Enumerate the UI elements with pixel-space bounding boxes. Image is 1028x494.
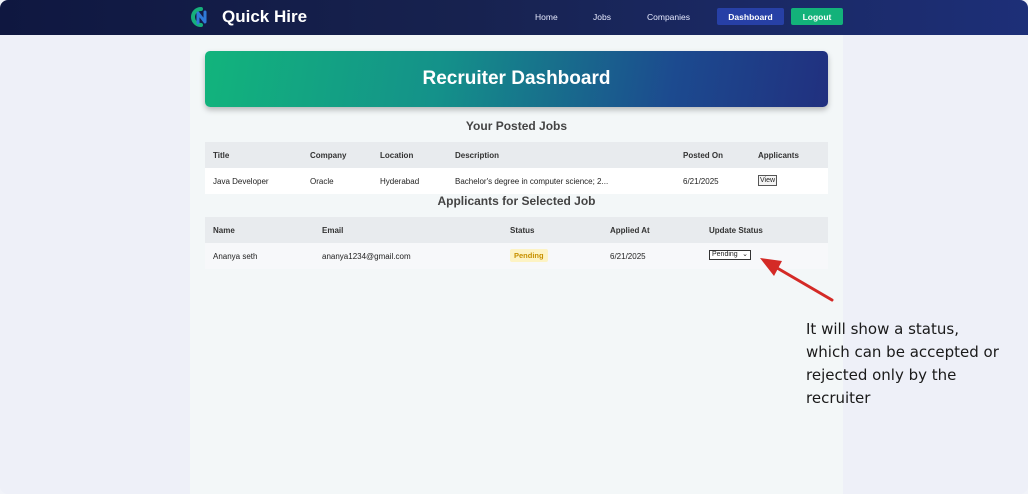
annotation-arrow-icon — [760, 258, 834, 302]
app-frame: Quick Hire Home Jobs Companies Dashboard… — [0, 0, 1028, 494]
annotation-text: It will show a status, which can be acce… — [806, 320, 999, 407]
